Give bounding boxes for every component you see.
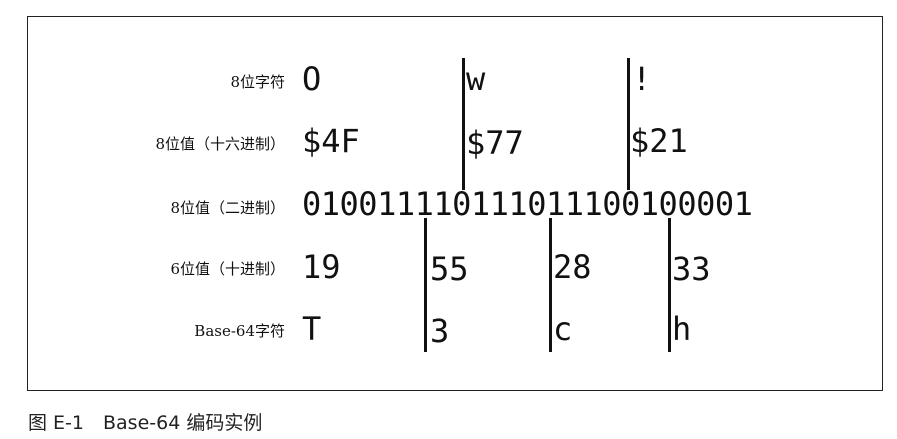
sextet-divider-2 [549,218,552,352]
base64-char-4: h [672,310,692,348]
decimal-value-4: 33 [672,250,711,288]
base64-char-3: c [553,310,573,348]
base64-char-1: T [302,310,322,348]
char-value-2: w [466,60,486,98]
figure-caption: 图 E-1 Base-64 编码实例 [28,412,263,434]
hex-value-1: $4F [302,122,360,160]
decimal-value-1: 19 [302,248,341,286]
row-label-base64-char: Base-64字符 [194,322,285,340]
char-value-1: O [302,60,322,98]
char-value-3: ! [632,60,652,98]
hex-value-2: $77 [466,124,524,162]
sextet-divider-1 [424,218,427,352]
binary-bits: 010011110111011100100001 [302,185,753,223]
byte-divider-1 [462,58,465,190]
row-label-8bit-char: 8位字符 [230,73,285,91]
sextet-divider-3 [668,218,671,352]
decimal-value-3: 28 [553,248,592,286]
row-label-8bit-hex: 8位值（十六进制） [155,135,285,153]
row-label-6bit-decimal: 6位值（十进制） [170,260,285,278]
base64-char-2: 3 [430,312,450,350]
byte-divider-2 [627,58,630,190]
decimal-value-2: 55 [430,250,469,288]
row-label-8bit-binary: 8位值（二进制） [170,199,285,217]
hex-value-3: $21 [630,122,688,160]
